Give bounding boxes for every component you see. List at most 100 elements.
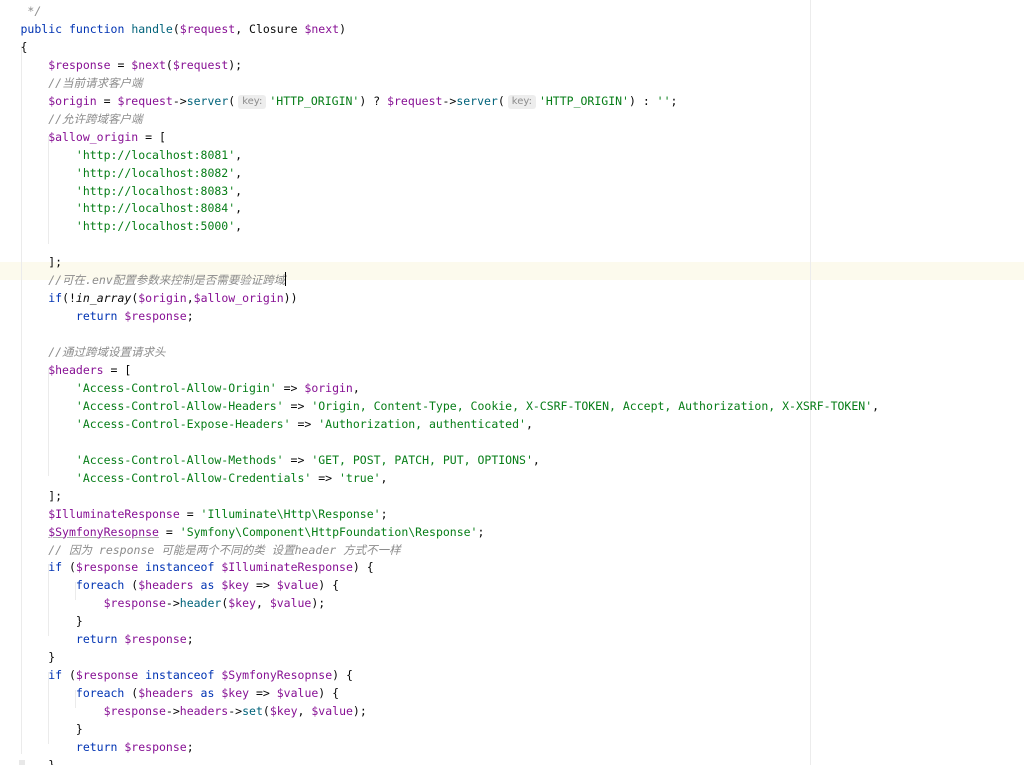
string-literal: 'http://localhost:5000' — [75, 219, 236, 234]
code-text: ) — [339, 21, 346, 36]
code-text: => — [283, 452, 312, 467]
variable: $key — [221, 686, 250, 701]
code-text: ]; — [48, 488, 63, 503]
code-line[interactable]: $IlluminateResponse = 'Illuminate\Http\R… — [21, 505, 387, 523]
code-text: ; — [477, 524, 485, 539]
code-line[interactable]: return $response; — [21, 307, 194, 325]
variable: $headers — [48, 363, 104, 377]
function-name: set — [242, 704, 263, 719]
keyword: as — [200, 686, 215, 701]
variable: $response — [48, 57, 111, 72]
code-text: ) { — [352, 560, 374, 575]
variable: $value — [276, 686, 319, 701]
code-line[interactable]: 'http://localhost:8082', — [21, 164, 242, 182]
code-line[interactable]: foreach ($headers as $key => $value) { — [21, 576, 339, 594]
code-line[interactable]: //通过跨域设置请求头 — [21, 343, 165, 361]
code-line[interactable]: 'http://localhost:8081', — [21, 146, 242, 164]
variable: $request — [117, 93, 173, 108]
code-text: ( — [165, 57, 173, 72]
keyword: instanceof — [145, 668, 215, 683]
code-line[interactable]: } — [21, 720, 83, 738]
code-text: -> — [228, 704, 243, 719]
code-line[interactable]: { — [21, 38, 28, 56]
code-line[interactable]: $response->headers->set($key, $value); — [21, 702, 367, 720]
code-line[interactable]: return $response; — [21, 738, 194, 756]
code-line[interactable]: $origin = $request->server(key: 'HTTP_ORI… — [21, 92, 677, 110]
variable: $response — [103, 596, 166, 611]
code-line[interactable]: 'Access-Control-Allow-Methods' => 'GET, … — [21, 451, 540, 469]
code-line[interactable]: $allow_origin = [ — [21, 128, 166, 146]
variable: $request — [172, 57, 229, 72]
code-line[interactable]: if ($response instanceof $IlluminateResp… — [21, 558, 374, 576]
code-line[interactable]: //当前请求客户端 — [21, 74, 143, 92]
code-text: -> — [165, 704, 180, 719]
code-line[interactable]: $response->header($key, $value); — [21, 594, 326, 612]
code-line[interactable]: 'http://localhost:5000', — [21, 217, 242, 235]
code-text: { — [20, 39, 28, 54]
code-text: ); — [311, 596, 326, 611]
string-literal: 'true' — [339, 470, 381, 485]
code-text: , — [297, 704, 312, 719]
variable: $response — [103, 704, 166, 719]
code-line[interactable]: 'http://localhost:8083', — [21, 182, 243, 200]
code-text: ; — [186, 632, 194, 647]
code-line[interactable]: } — [21, 612, 83, 630]
code-text: ); — [228, 57, 243, 72]
code-line[interactable]: // 因为 response 可能是两个不同的类 设置header 方式不一样 — [21, 541, 400, 559]
code-line[interactable]: if(!in_array($origin,$allow_origin)) — [21, 289, 297, 307]
code-text: = [ — [103, 363, 132, 377]
code-line[interactable]: } — [21, 756, 55, 765]
code-line[interactable]: public function handle($request, Closure… — [21, 20, 347, 38]
keyword: if — [48, 560, 63, 575]
code-text: = — [158, 524, 180, 539]
code-text: = — [110, 57, 132, 72]
string-literal: 'GET, POST, PATCH, PUT, OPTIONS' — [311, 452, 533, 467]
code-line[interactable]: ]; — [21, 253, 62, 271]
code-text: , — [525, 416, 533, 431]
code-line[interactable]: $response = $next($request); — [21, 56, 243, 74]
code-text: => — [283, 398, 312, 413]
code-line[interactable]: //允许跨域客户端 — [21, 110, 142, 128]
string-literal: 'Illuminate\Http\Response' — [200, 506, 381, 521]
code-line[interactable]: $headers = [ — [21, 361, 132, 379]
code-line[interactable]: } — [21, 648, 55, 666]
string-literal: 'http://localhost:8082' — [75, 165, 236, 180]
comment: //当前请求客户端 — [48, 75, 143, 90]
variable: $response — [75, 668, 139, 683]
code-line[interactable]: */ — [20, 2, 42, 20]
code-line[interactable]: 'Access-Control-Allow-Headers' => 'Origi… — [21, 397, 879, 415]
keyword: as — [200, 578, 215, 593]
code-line[interactable]: ]; — [21, 487, 63, 505]
code-line[interactable]: foreach ($headers as $key => $value) { — [21, 684, 339, 702]
variable: $next — [131, 57, 166, 72]
code-line[interactable]: 'Access-Control-Expose-Headers' => 'Auth… — [21, 415, 533, 433]
code-text: , — [235, 183, 243, 198]
code-line[interactable]: if ($response instanceof $SymfonyResopns… — [21, 666, 353, 684]
code-line[interactable]: return $response; — [21, 630, 194, 648]
code-line[interactable]: 'http://localhost:8084', — [21, 199, 242, 217]
variable: $response — [124, 632, 187, 647]
function-call: in_array — [75, 291, 132, 306]
code-line[interactable]: //可在.env配置参数来控制是否需要验证跨域 — [21, 271, 287, 289]
comment: */ — [20, 4, 42, 18]
code-line[interactable]: 'Access-Control-Allow-Origin' => $origin… — [21, 379, 360, 397]
code-editor[interactable]: */ public function handle($request, Closu… — [0, 0, 1024, 765]
parameter-hint: key: — [238, 94, 267, 109]
code-line[interactable]: $SymfonyResopnse = 'Symfony\Component\Ht… — [21, 523, 485, 541]
string-literal: 'Access-Control-Allow-Methods' — [75, 452, 284, 467]
code-line[interactable]: 'Access-Control-Allow-Credentials' => 't… — [21, 469, 388, 487]
